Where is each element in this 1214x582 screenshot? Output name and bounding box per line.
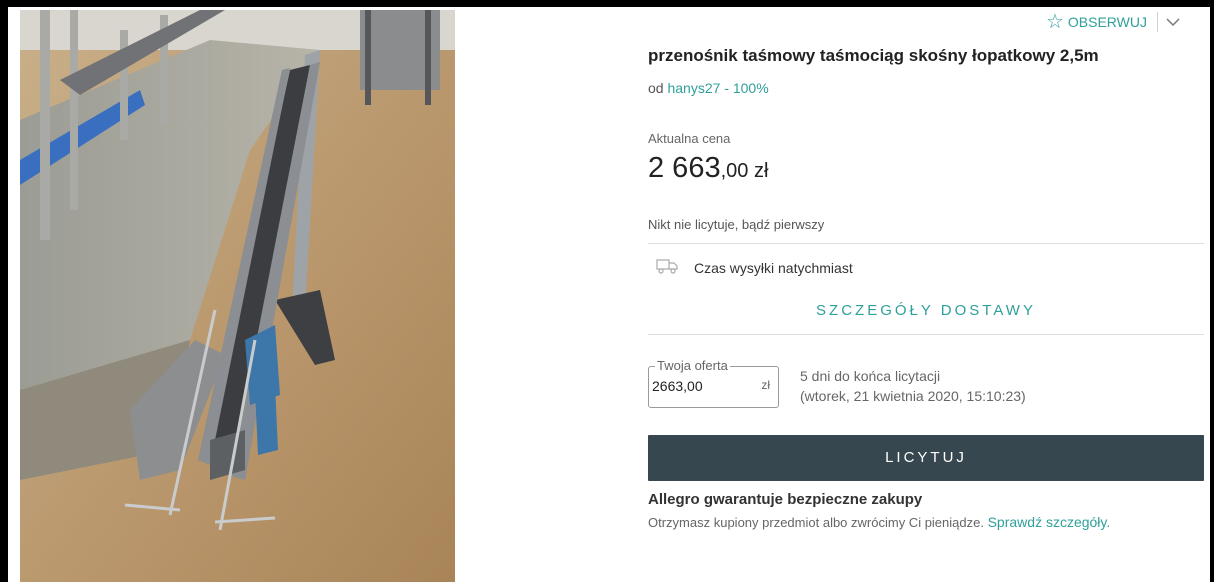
bid-status: Nikt nie licytuje, bądź pierwszy (648, 217, 825, 232)
price-main: 2 663 (648, 152, 721, 184)
guarantee-text: Otrzymasz kupiony przedmiot albo zwrócim… (648, 514, 1110, 530)
auction-deadline: 5 dni do końca licytacji (wtorek, 21 kwi… (800, 366, 1026, 406)
divider (648, 243, 1204, 244)
divider (1157, 12, 1158, 32)
seller-link[interactable]: hanys27 - 100% (667, 80, 768, 96)
product-photo[interactable] (20, 10, 455, 582)
price-label: Aktualna cena (648, 131, 731, 146)
deadline-date: (wtorek, 21 kwietnia 2020, 15:10:23) (800, 388, 1026, 404)
chevron-down-icon[interactable] (1166, 14, 1180, 30)
guarantee-details-link[interactable]: Sprawdź szczegóły. (988, 514, 1111, 530)
delivery-details-link[interactable]: SZCZEGÓŁY DOSTAWY (648, 302, 1204, 319)
offer-value[interactable]: 2663,00 (652, 378, 703, 394)
offer-input[interactable]: Twoja oferta 2663,00 zł (648, 358, 779, 408)
product-title: przenośnik taśmowy taśmociąg skośny łopa… (648, 46, 1099, 65)
star-icon: ☆ (1045, 11, 1064, 33)
watch-label: OBSERWUJ (1067, 14, 1147, 30)
seller-line: od hanys27 - 100% (648, 80, 769, 96)
shipping-info: Czas wysyłki natychmiast (656, 258, 853, 277)
offer-panel: ☆ OBSERWUJ przenośnik taśmowy taśmociąg … (648, 0, 1204, 582)
guarantee-description: Otrzymasz kupiony przedmiot albo zwrócim… (648, 515, 984, 530)
divider (648, 334, 1204, 335)
seller-prefix: od (648, 80, 664, 96)
shipping-text: Czas wysyłki natychmiast (694, 259, 853, 276)
guarantee-title: Allegro gwarantuje bezpieczne zakupy (648, 491, 923, 508)
offer-unit: zł (761, 378, 770, 392)
watch-button[interactable]: ☆ OBSERWUJ (1046, 12, 1180, 32)
offer-legend: Twoja oferta (655, 358, 730, 373)
truck-icon (656, 258, 678, 277)
current-price: 2 663,00 zł (648, 152, 768, 185)
price-decimals: ,00 zł (720, 160, 769, 182)
bid-button[interactable]: LICYTUJ (648, 435, 1204, 481)
deadline-days: 5 dni do końca licytacji (800, 368, 941, 384)
